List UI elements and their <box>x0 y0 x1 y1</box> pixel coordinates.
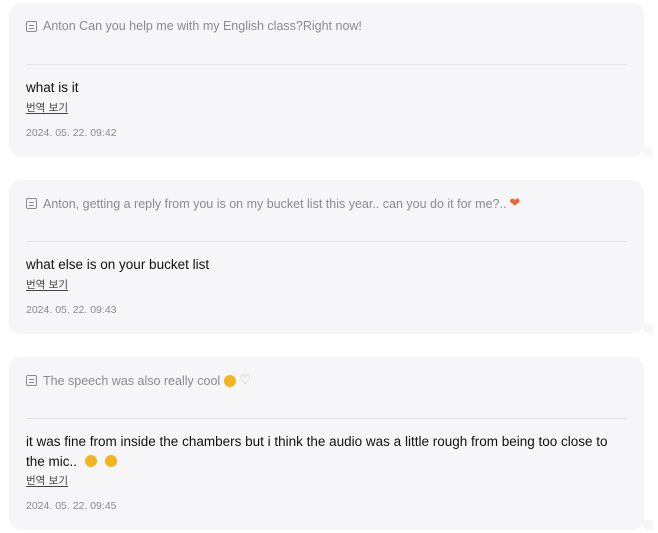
message-feed: Anton Can you help me with my English cl… <box>0 0 658 533</box>
white-heart-icon: ♡ <box>239 373 251 388</box>
divider <box>26 418 627 419</box>
orange-heart-icon: ❤ <box>509 196 521 211</box>
translate-link[interactable]: 번역 보기 <box>26 277 68 292</box>
quoted-text: Anton, getting a reply from you is on my… <box>43 196 507 211</box>
quote-icon <box>26 375 37 386</box>
quoted-message: Anton, getting a reply from you is on my… <box>26 196 520 211</box>
message-card: Anton Can you help me with my English cl… <box>9 3 653 157</box>
message-card: Anton, getting a reply from you is on my… <box>9 180 653 334</box>
relieved-face-icon <box>84 455 97 467</box>
divider <box>26 64 627 65</box>
quoted-text: The speech was also really cool <box>43 373 221 388</box>
quoted-text: Anton Can you help me with my English cl… <box>43 19 362 33</box>
timestamp: 2024. 05. 22. 09:42 <box>26 127 117 139</box>
quoted-message: The speech was also really cool ♡ <box>26 373 251 388</box>
quote-icon <box>26 20 37 32</box>
timestamp: 2024. 05. 22. 09:43 <box>26 304 117 316</box>
reply-text: what is it <box>26 80 79 95</box>
quoted-message: Anton Can you help me with my English cl… <box>26 19 362 33</box>
timestamp: 2024. 05. 22. 09:45 <box>26 500 117 512</box>
quote-icon <box>26 198 37 209</box>
smiling-sweat-face-icon <box>104 455 117 467</box>
translate-link[interactable]: 번역 보기 <box>26 473 68 488</box>
translate-link[interactable]: 번역 보기 <box>26 100 68 115</box>
reply-text: what else is on your bucket list <box>26 257 210 272</box>
reply-text: it was fine from inside the chambers but… <box>26 432 627 472</box>
divider <box>26 241 627 242</box>
blushing-face-icon <box>224 374 237 387</box>
message-card: The speech was also really cool ♡ it was… <box>9 357 653 530</box>
